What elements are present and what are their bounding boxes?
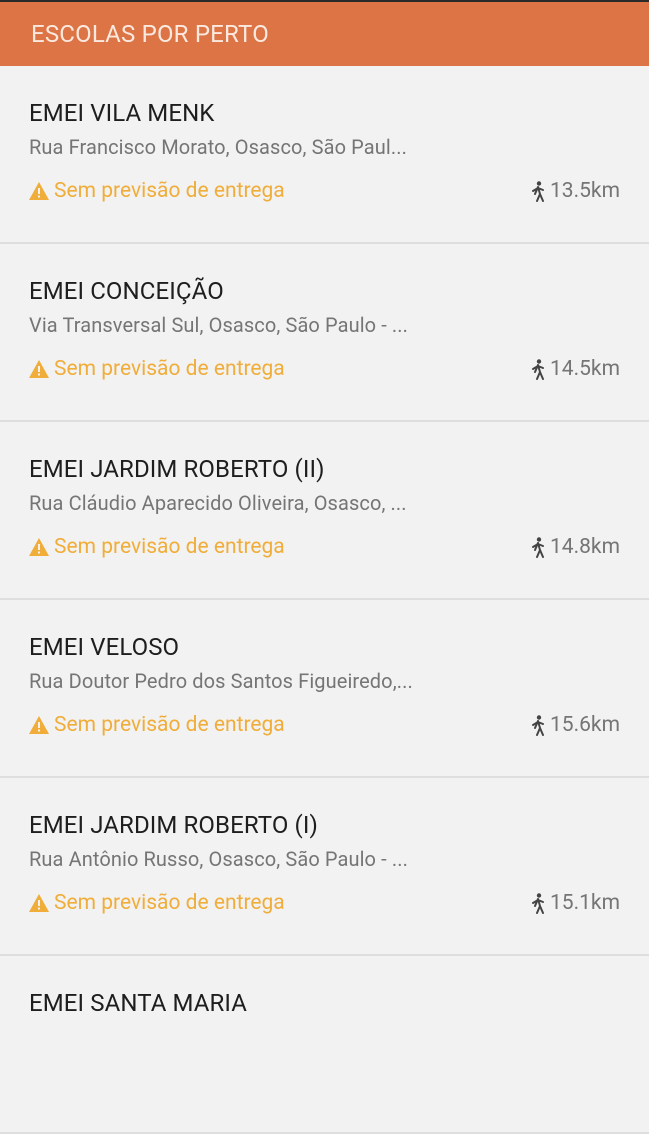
- warning-icon: [29, 716, 49, 734]
- distance-text: 13.5km: [549, 179, 620, 203]
- distance-text: 15.6km: [549, 713, 620, 737]
- school-list-item[interactable]: EMEI CONCEIÇÃO Via Transversal Sul, Osas…: [0, 244, 649, 422]
- school-name: EMEI JARDIM ROBERTO (I): [29, 811, 318, 839]
- school-list-item[interactable]: EMEI VELOSO Rua Doutor Pedro dos Santos …: [0, 600, 649, 778]
- school-address: Via Transversal Sul, Osasco, São Paulo -…: [29, 313, 409, 337]
- school-list-item[interactable]: EMEI JARDIM ROBERTO (I) Rua Antônio Russ…: [0, 778, 649, 956]
- delivery-status: Sem previsão de entrega: [29, 891, 285, 915]
- school-name: EMEI CONCEIÇÃO: [29, 277, 224, 305]
- school-address: Rua Antônio Russo, Osasco, São Paulo - .…: [29, 847, 408, 871]
- school-address: Rua Doutor Pedro dos Santos Figueiredo,.…: [29, 669, 413, 693]
- delivery-status: Sem previsão de entrega: [29, 357, 285, 381]
- school-address: Rua Cláudio Aparecido Oliveira, Osasco, …: [29, 491, 407, 515]
- school-address: Rua Francisco Morato, Osasco, São Paul..…: [29, 135, 407, 159]
- school-distance: 14.8km: [530, 535, 620, 559]
- delivery-status: Sem previsão de entrega: [29, 535, 285, 559]
- walking-icon: [531, 358, 544, 380]
- warning-icon: [29, 360, 49, 378]
- school-distance: 13.5km: [530, 179, 620, 203]
- delivery-status-text: Sem previsão de entrega: [54, 535, 285, 559]
- school-name: EMEI SANTA MARIA: [29, 989, 248, 1017]
- school-name: EMEI VELOSO: [29, 633, 180, 661]
- distance-text: 14.8km: [549, 535, 620, 559]
- school-list[interactable]: EMEI VILA MENK Rua Francisco Morato, Osa…: [0, 66, 649, 1134]
- delivery-status-text: Sem previsão de entrega: [54, 357, 285, 381]
- delivery-status-text: Sem previsão de entrega: [54, 179, 285, 203]
- school-list-item[interactable]: EMEI JARDIM ROBERTO (II) Rua Cláudio Apa…: [0, 422, 649, 600]
- school-list-item[interactable]: EMEI VILA MENK Rua Francisco Morato, Osa…: [0, 66, 649, 244]
- school-list-item[interactable]: EMEI SANTA MARIA: [0, 956, 649, 1134]
- school-name: EMEI VILA MENK: [29, 99, 215, 127]
- delivery-status: Sem previsão de entrega: [29, 179, 285, 203]
- walking-icon: [531, 892, 544, 914]
- delivery-status-text: Sem previsão de entrega: [54, 713, 285, 737]
- walking-icon: [531, 536, 544, 558]
- school-distance: 15.6km: [530, 713, 620, 737]
- header-title: ESCOLAS POR PERTO: [31, 20, 269, 48]
- app-header: ESCOLAS POR PERTO: [0, 0, 649, 66]
- delivery-status: Sem previsão de entrega: [29, 713, 285, 737]
- distance-text: 15.1km: [549, 891, 620, 915]
- warning-icon: [29, 538, 49, 556]
- school-name: EMEI JARDIM ROBERTO (II): [29, 455, 325, 483]
- delivery-status-text: Sem previsão de entrega: [54, 891, 285, 915]
- walking-icon: [531, 714, 544, 736]
- school-distance: 15.1km: [530, 891, 620, 915]
- warning-icon: [29, 894, 49, 912]
- warning-icon: [29, 182, 49, 200]
- school-distance: 14.5km: [530, 357, 620, 381]
- distance-text: 14.5km: [549, 357, 620, 381]
- walking-icon: [531, 180, 544, 202]
